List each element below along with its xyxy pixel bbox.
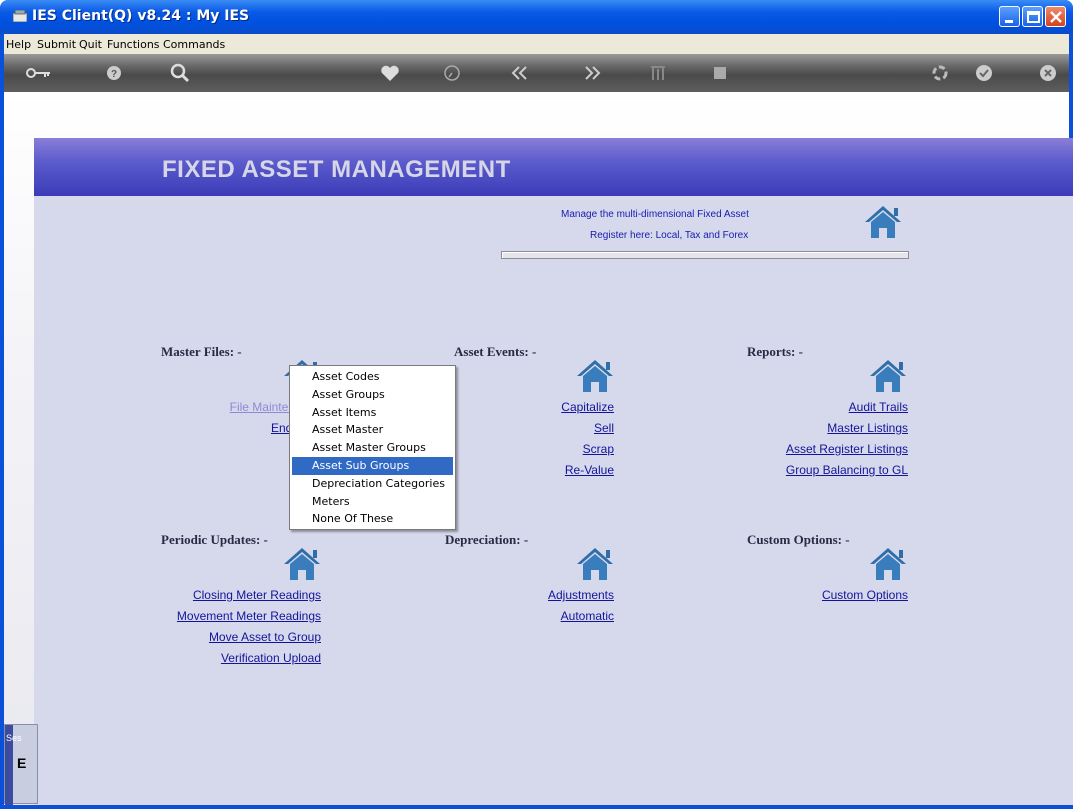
page-title: FIXED ASSET MANAGEMENT	[162, 156, 511, 183]
home-icon[interactable]	[575, 546, 615, 582]
side-tab-label: Ses	[6, 733, 22, 743]
link-asset-register-listings[interactable]: Asset Register Listings	[786, 442, 908, 456]
section-title-depreciation: Depreciation: -	[445, 532, 529, 547]
main-panel: Manage the multi-dimensional Fixed Asset…	[34, 196, 1073, 805]
menu-bar: Help Submit Quit Functions Commands	[4, 34, 1069, 54]
toolbar: ?	[4, 54, 1069, 92]
content-area: FIXED ASSET MANAGEMENT Manage the multi-…	[4, 92, 1073, 805]
link-capitalize[interactable]: Capitalize	[561, 400, 614, 414]
link-closing-meter-readings[interactable]: Closing Meter Readings	[193, 588, 321, 602]
recycle-icon[interactable]	[926, 59, 954, 87]
link-adjustments[interactable]: Adjustments	[548, 588, 614, 602]
side-tab-glyph: E	[17, 755, 27, 771]
minimize-icon[interactable]	[999, 6, 1020, 27]
section-title-custom-options: Custom Options: -	[747, 532, 850, 547]
menu-quit[interactable]: Quit	[79, 38, 102, 51]
popup-item-asset-codes[interactable]: Asset Codes	[292, 368, 453, 386]
popup-item-none-of-these[interactable]: None Of These	[292, 510, 453, 528]
search-icon[interactable]	[166, 59, 194, 87]
close-icon[interactable]	[1045, 6, 1066, 27]
title-bar[interactable]: IES Client(Q) v8.24 : My IES	[0, 0, 1073, 34]
app-banner: FIXED ASSET MANAGEMENT	[34, 138, 1073, 196]
link-group-balancing[interactable]: Group Balancing to GL	[786, 463, 908, 477]
section-title-master-files: Master Files: -	[161, 344, 242, 359]
link-custom-options[interactable]: Custom Options	[822, 588, 908, 602]
section-title-periodic-updates: Periodic Updates: -	[161, 532, 268, 547]
window-title: IES Client(Q) v8.24 : My IES	[32, 8, 250, 24]
popup-item-asset-groups[interactable]: Asset Groups	[292, 386, 453, 404]
menu-commands[interactable]: Commands	[163, 38, 225, 51]
tree-icon[interactable]	[644, 59, 672, 87]
client-area: Help Submit Quit Functions Commands ? FI…	[4, 34, 1073, 805]
link-scrap[interactable]: Scrap	[583, 442, 614, 456]
menu-functions[interactable]: Functions	[107, 38, 160, 51]
home-icon[interactable]	[575, 358, 615, 394]
key-icon[interactable]	[24, 59, 52, 87]
progress-bar	[501, 251, 909, 259]
back-icon[interactable]	[506, 59, 534, 87]
app-icon	[13, 10, 27, 22]
forward-icon[interactable]	[578, 59, 606, 87]
link-re-value[interactable]: Re-Value	[565, 463, 614, 477]
home-icon[interactable]	[868, 546, 908, 582]
description-line-2: Register here: Local, Tax and Forex	[590, 230, 749, 241]
app-window: IES Client(Q) v8.24 : My IES Help Submit…	[0, 0, 1073, 809]
link-verification-upload[interactable]: Verification Upload	[221, 651, 321, 665]
popup-item-asset-master[interactable]: Asset Master	[292, 421, 453, 439]
menu-submit[interactable]: Submit	[37, 38, 76, 51]
link-audit-trails[interactable]: Audit Trails	[849, 400, 908, 414]
svg-text:?: ?	[111, 69, 117, 80]
link-sell[interactable]: Sell	[594, 421, 614, 435]
clock-icon[interactable]	[438, 59, 466, 87]
heart-icon[interactable]	[376, 59, 404, 87]
section-title-reports: Reports: -	[747, 344, 803, 359]
popup-item-asset-sub-groups[interactable]: Asset Sub Groups	[292, 456, 453, 475]
link-automatic[interactable]: Automatic	[561, 609, 614, 623]
help-icon[interactable]: ?	[100, 59, 128, 87]
popup-item-asset-master-groups[interactable]: Asset Master Groups	[292, 439, 453, 457]
link-movement-meter-readings[interactable]: Movement Meter Readings	[177, 609, 321, 623]
link-master-listings[interactable]: Master Listings	[827, 421, 908, 435]
home-icon[interactable]	[282, 546, 322, 582]
home-icon[interactable]	[868, 358, 908, 394]
popup-item-meters[interactable]: Meters	[292, 493, 453, 511]
popup-item-depreciation-categories[interactable]: Depreciation Categories	[292, 475, 453, 493]
home-icon[interactable]	[863, 204, 903, 240]
session-side-tab[interactable]: Ses E	[4, 724, 38, 805]
check-icon[interactable]	[970, 59, 998, 87]
section-title-asset-events: Asset Events: -	[454, 344, 537, 359]
stop-icon[interactable]	[706, 59, 734, 87]
link-move-asset-to-group[interactable]: Move Asset to Group	[209, 630, 321, 644]
toolbar-close-icon[interactable]	[1034, 59, 1062, 87]
description-line-1: Manage the multi-dimensional Fixed Asset	[561, 209, 749, 220]
popup-item-asset-items[interactable]: Asset Items	[292, 404, 453, 422]
enquiries-popup-menu: Asset Codes Asset Groups Asset Items Ass…	[289, 365, 456, 530]
menu-help[interactable]: Help	[6, 38, 31, 51]
maximize-icon[interactable]	[1022, 6, 1043, 27]
